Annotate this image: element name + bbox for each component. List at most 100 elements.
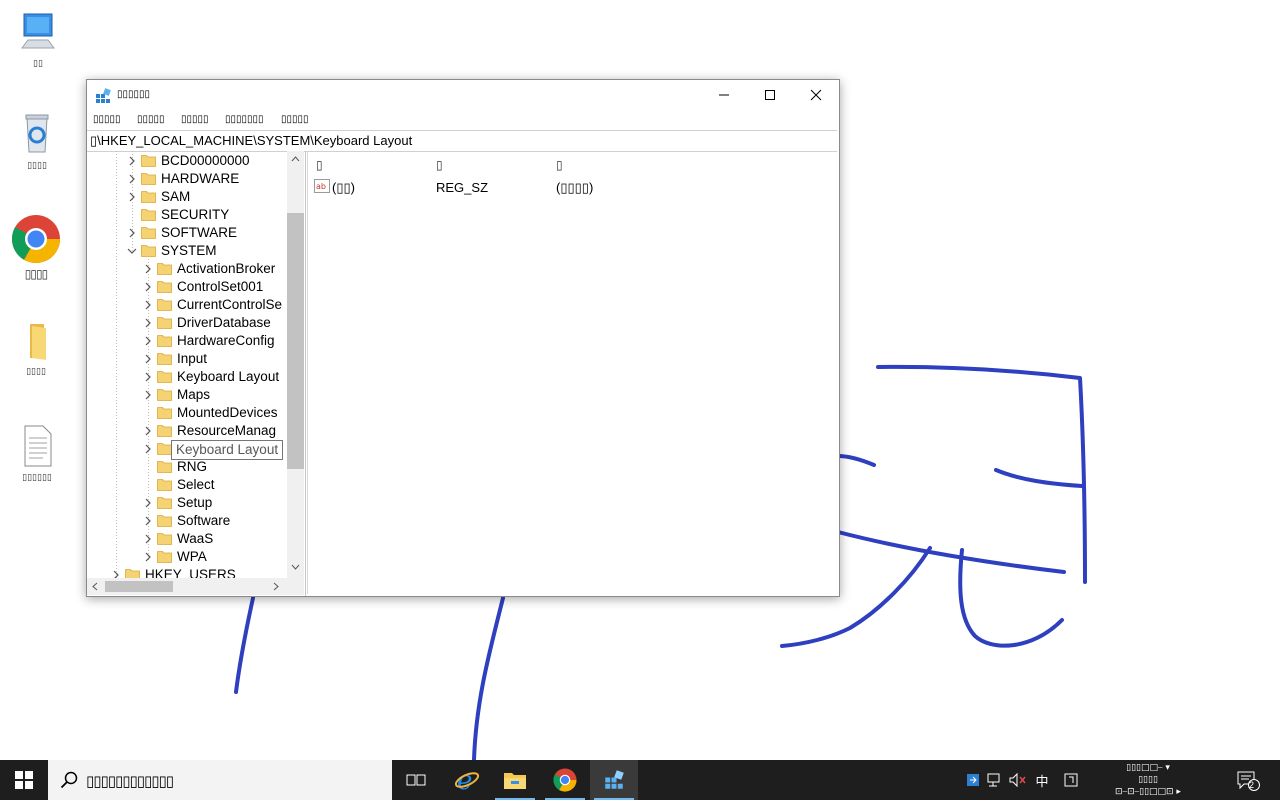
taskbar-chrome[interactable]	[541, 760, 589, 800]
folder-icon	[141, 191, 156, 203]
registry-tree-pane[interactable]: BCD00000000 HARDWARE SAM SECURITY SOFTWARE SY…	[87, 151, 306, 596]
chevron-right-icon[interactable]	[127, 227, 137, 239]
value-data: (▯▯▯▯)	[556, 180, 594, 195]
folder-icon	[125, 569, 140, 578]
menu-bar: ▯▯▯▯▯ ▯▯▯▯▯ ▯▯▯▯▯ ▯▯▯▯▯▯▯ ▯▯▯▯▯	[87, 110, 839, 130]
menu-view[interactable]: ▯▯▯▯▯	[181, 114, 209, 125]
minimize-icon	[719, 94, 729, 96]
scroll-down-icon[interactable]	[291, 564, 300, 570]
chevron-right-icon[interactable]	[143, 263, 153, 275]
taskbar-search-box[interactable]: ▯▯▯▯▯▯▯▯▯▯▯▯	[48, 760, 392, 800]
folder-icon	[141, 155, 156, 167]
menu-file[interactable]: ▯▯▯▯▯	[93, 114, 121, 125]
windows-logo-icon	[15, 771, 33, 789]
taskbar-registry-editor[interactable]	[590, 760, 638, 800]
tree-item-label: SYSTEM	[161, 243, 217, 258]
tree-item-label: Maps	[177, 387, 211, 402]
tray-ime-language[interactable]: 中	[1030, 760, 1054, 800]
column-header-name[interactable]: ▯	[316, 158, 323, 172]
chevron-down-icon[interactable]	[127, 245, 137, 257]
tree-item-label: Setup	[177, 495, 213, 510]
folder-icon	[157, 299, 172, 311]
tree-item-label: Keyboard Layout	[177, 369, 280, 384]
registry-editor-window[interactable]: ▯▯▯▯▯▯ ▯▯▯▯▯ ▯▯▯▯▯ ▯▯▯▯▯ ▯▯▯▯▯▯▯ ▯▯▯▯▯ ▯…	[86, 79, 840, 597]
chevron-right-icon[interactable]	[143, 335, 153, 347]
chevron-right-icon[interactable]	[143, 317, 153, 329]
tree-vertical-scroll-thumb[interactable]	[287, 213, 304, 469]
tray-app-icon[interactable]	[962, 760, 984, 800]
title-bar[interactable]: ▯▯▯▯▯▯	[87, 80, 839, 110]
tree-horizontal-scroll-thumb[interactable]	[105, 581, 173, 592]
address-bar[interactable]: ▯\HKEY_LOCAL_MACHINE\SYSTEM\Keyboard Lay…	[87, 130, 837, 152]
minimize-button[interactable]	[701, 80, 747, 110]
chevron-right-icon[interactable]	[143, 281, 153, 293]
tree-item-tooltip: Keyboard Layout	[171, 440, 284, 460]
folder-icon	[157, 461, 172, 473]
close-button[interactable]	[793, 80, 839, 110]
chevron-right-icon[interactable]	[143, 497, 153, 509]
tree-vertical-scrollbar[interactable]	[287, 151, 304, 578]
search-icon	[60, 771, 78, 789]
tree-item-label: Software	[177, 513, 231, 528]
task-view-icon	[406, 774, 426, 786]
tree-item-label: HardwareConfig	[177, 333, 275, 348]
column-header-type[interactable]: ▯	[436, 158, 443, 172]
file-explorer-icon	[504, 773, 526, 789]
column-header-data[interactable]: ▯	[556, 158, 563, 172]
chevron-right-icon[interactable]	[143, 443, 153, 455]
start-button[interactable]	[0, 760, 48, 800]
taskbar-clock[interactable]: ▯▯▯□□⎯ ▾ ▯▯▯▯ ⊡⎯⊡⎯▯▯□□⊡ ▸	[1098, 762, 1198, 798]
folder-icon	[157, 497, 172, 509]
close-icon	[810, 89, 822, 101]
action-center-button[interactable]: 2	[1232, 760, 1264, 800]
maximize-button[interactable]	[747, 80, 793, 110]
folder-icon	[157, 317, 172, 329]
registry-editor-icon	[96, 88, 111, 103]
tree-item-label: DriverDatabase	[177, 315, 271, 330]
chevron-right-icon[interactable]	[111, 569, 121, 578]
chevron-right-icon[interactable]	[127, 191, 137, 203]
menu-help[interactable]: ▯▯▯▯▯	[281, 114, 309, 125]
chevron-right-icon[interactable]	[143, 425, 153, 437]
tree-item-label: ControlSet001	[177, 279, 264, 294]
string-value-icon: ab	[314, 179, 330, 193]
chevron-right-icon[interactable]	[143, 551, 153, 563]
registry-values-pane[interactable]: ▯ ▯ ▯ ab (▯▯) REG_SZ (▯▯▯▯)	[307, 151, 838, 594]
window-title: ▯▯▯▯▯▯	[117, 89, 151, 100]
ink-stroke	[836, 454, 876, 467]
tree-item-label: HARDWARE	[161, 171, 240, 186]
taskbar-file-explorer[interactable]	[491, 760, 539, 800]
task-view-button[interactable]	[392, 760, 440, 800]
folder-icon	[141, 245, 156, 257]
search-placeholder: ▯▯▯▯▯▯▯▯▯▯▯▯	[86, 772, 174, 790]
tree-item-label: CurrentControlSe	[177, 297, 283, 312]
volume-muted-icon	[1009, 773, 1026, 787]
chevron-right-icon[interactable]	[143, 371, 153, 383]
menu-favorites[interactable]: ▯▯▯▯▯▯▯	[225, 114, 264, 125]
tray-network[interactable]	[984, 760, 1006, 800]
tray-ime-mode[interactable]	[1060, 760, 1082, 800]
folder-icon	[157, 443, 172, 455]
chevron-right-icon[interactable]	[143, 299, 153, 311]
chevron-right-icon[interactable]	[143, 353, 153, 365]
chevron-right-icon[interactable]	[143, 533, 153, 545]
tree-item-label: HKEY_USERS	[145, 567, 236, 578]
menu-edit[interactable]: ▯▯▯▯▯	[137, 114, 165, 125]
chevron-right-icon[interactable]	[127, 155, 137, 167]
chevron-right-icon[interactable]	[143, 515, 153, 527]
scroll-up-icon[interactable]	[291, 156, 300, 162]
tree-horizontal-scrollbar[interactable]	[87, 578, 287, 595]
chevron-right-icon[interactable]	[143, 389, 153, 401]
scroll-left-icon[interactable]	[92, 582, 98, 591]
folder-icon	[141, 173, 156, 185]
folder-icon	[157, 281, 172, 293]
chevron-right-icon[interactable]	[127, 173, 137, 185]
network-icon	[987, 773, 1000, 787]
ink-stroke	[472, 596, 505, 762]
folder-icon	[157, 389, 172, 401]
registry-tree[interactable]: BCD00000000 HARDWARE SAM SECURITY SOFTWARE SY…	[87, 151, 287, 578]
taskbar-edge[interactable]: e	[443, 760, 491, 800]
scroll-right-icon[interactable]	[273, 582, 279, 591]
tray-volume[interactable]	[1006, 760, 1030, 800]
folder-icon	[141, 227, 156, 239]
